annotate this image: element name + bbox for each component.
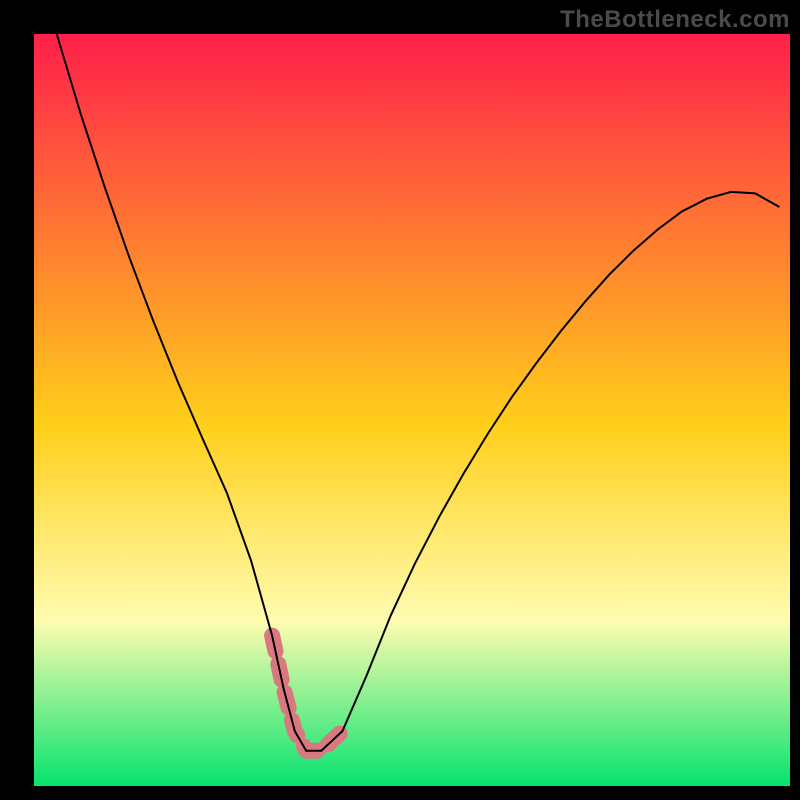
gradient-background	[34, 34, 790, 786]
watermark-text: TheBottleneck.com	[560, 6, 790, 34]
bottleneck-chart	[0, 0, 800, 800]
chart-frame: TheBottleneck.com	[0, 0, 800, 800]
